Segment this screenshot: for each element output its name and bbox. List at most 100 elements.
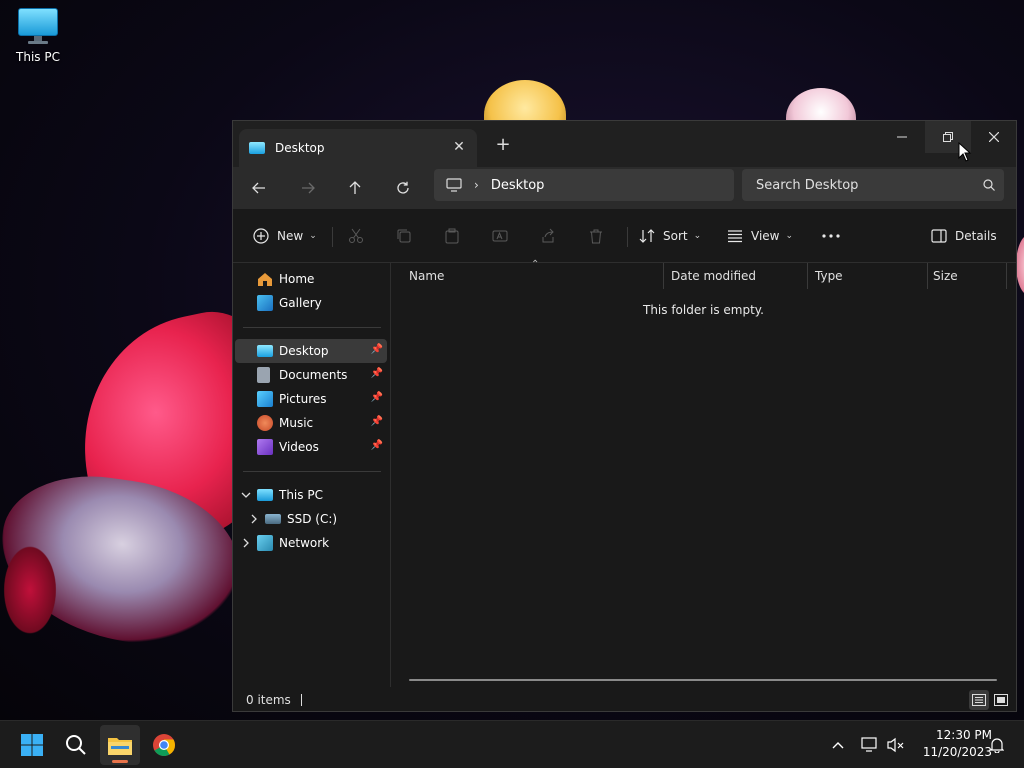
share-button[interactable] (540, 221, 556, 251)
notifications-button[interactable] (986, 725, 1008, 765)
nav-item-label: Pictures (279, 392, 327, 406)
chevron-up-icon (832, 742, 844, 749)
trash-icon (590, 229, 602, 244)
clock-date: 11/20/2023 (922, 745, 992, 759)
chevron-right-icon[interactable] (241, 535, 253, 551)
arrow-right-icon (302, 182, 315, 194)
nav-item-label: SSD (C:) (287, 512, 338, 526)
search-taskbar-button[interactable] (56, 725, 96, 765)
text-cursor (300, 694, 302, 706)
clock[interactable]: 12:30 PM 11/20/2023 (912, 727, 992, 761)
nav-item-pictures[interactable]: Pictures 📌 (235, 387, 387, 411)
details-view-icon (972, 694, 986, 706)
rename-icon (492, 230, 508, 242)
pin-icon[interactable]: 📌 (371, 416, 383, 427)
network-tray-button[interactable] (858, 725, 882, 765)
close-window-button[interactable] (971, 121, 1016, 153)
column-header-date[interactable]: Date modified (653, 263, 808, 289)
nav-item-label: Network (279, 536, 330, 550)
show-hidden-icons-button[interactable] (826, 725, 850, 765)
gallery-icon (257, 295, 273, 311)
chevron-right-icon[interactable]: › (474, 178, 479, 192)
chrome-taskbar-button[interactable] (144, 725, 184, 765)
pin-icon[interactable]: 📌 (371, 392, 383, 403)
new-button[interactable]: New ⌄ (253, 221, 317, 251)
nav-item-music[interactable]: Music 📌 (235, 411, 387, 435)
restore-icon (943, 132, 953, 142)
desktop-icon (257, 345, 273, 357)
nav-item-label: Music (279, 416, 314, 430)
sort-button[interactable]: Sort ⌄ (639, 221, 701, 251)
file-explorer-taskbar-button[interactable] (100, 725, 140, 765)
command-bar: New ⌄ Sort ⌄ View ⌄ Details (233, 209, 1016, 263)
pin-icon[interactable]: 📌 (371, 440, 383, 451)
rename-button[interactable] (492, 221, 508, 251)
forward-button[interactable] (293, 173, 323, 203)
delete-button[interactable] (588, 221, 604, 251)
address-bar[interactable]: › Desktop (434, 169, 734, 201)
search-input[interactable]: Search Desktop (756, 178, 974, 193)
up-button[interactable] (340, 173, 370, 203)
wallpaper-shape (0, 540, 60, 640)
more-dots-icon (822, 234, 840, 238)
column-header-size[interactable]: Size (915, 263, 1005, 289)
pin-icon[interactable]: 📌 (371, 368, 383, 379)
nav-item-home[interactable]: Home (235, 267, 387, 291)
search-box[interactable]: Search Desktop (742, 169, 1004, 201)
paste-button[interactable] (444, 221, 460, 251)
nav-item-label: Documents (279, 368, 348, 382)
breadcrumb-desktop[interactable]: Desktop (491, 178, 545, 193)
close-tab-icon[interactable]: ✕ (451, 139, 467, 155)
new-tab-button[interactable]: + (491, 133, 515, 157)
nav-item-gallery[interactable]: Gallery (235, 291, 387, 315)
mouse-pointer-icon (958, 142, 972, 162)
tiles-view-button[interactable] (991, 690, 1011, 710)
chevron-right-icon[interactable] (249, 511, 261, 527)
minimize-button[interactable] (879, 121, 925, 153)
nav-item-videos[interactable]: Videos 📌 (235, 435, 387, 459)
tab-desktop[interactable]: Desktop ✕ (239, 129, 477, 167)
column-header-name[interactable]: Name (391, 263, 663, 289)
plus-circle-icon (253, 228, 269, 244)
network-status-icon (861, 737, 877, 752)
item-count: 0 items (246, 693, 291, 707)
bell-icon (990, 738, 1004, 753)
nav-item-desktop[interactable]: Desktop 📌 (235, 339, 387, 363)
back-button[interactable] (244, 173, 274, 203)
nav-item-this-pc[interactable]: This PC (235, 483, 387, 507)
address-row: › Desktop Search Desktop (233, 167, 1016, 209)
minimize-icon (897, 136, 907, 138)
pin-icon[interactable]: 📌 (371, 344, 383, 355)
column-resize-handle[interactable] (1006, 263, 1007, 289)
new-label: New (277, 229, 304, 243)
tiles-view-icon (994, 694, 1008, 706)
paste-icon (445, 228, 459, 244)
desktop-folder-icon (249, 142, 265, 154)
active-indicator (112, 760, 128, 763)
details-pane-button[interactable]: Details (931, 221, 997, 251)
horizontal-scrollbar[interactable] (409, 679, 997, 681)
details-pane-icon (931, 229, 947, 243)
cut-button[interactable] (348, 221, 364, 251)
navigation-pane: Home Gallery Desktop 📌 Documents 📌 Pictu… (233, 263, 391, 687)
nav-item-network[interactable]: Network (235, 531, 387, 555)
view-button[interactable]: View ⌄ (727, 221, 793, 251)
chevron-down-icon[interactable] (241, 487, 253, 503)
refresh-button[interactable] (388, 173, 418, 203)
chevron-down-icon: ⌄ (309, 231, 317, 241)
nav-item-ssd[interactable]: SSD (C:) (235, 507, 387, 531)
drive-icon (265, 514, 281, 524)
music-icon (257, 415, 273, 431)
divider (627, 227, 628, 247)
details-view-button[interactable] (969, 690, 989, 710)
copy-button[interactable] (396, 221, 412, 251)
volume-tray-button[interactable] (884, 725, 908, 765)
start-button[interactable] (12, 725, 52, 765)
this-pc-icon (257, 489, 273, 501)
desktop-icon-this-pc[interactable]: This PC (8, 8, 68, 64)
nav-item-label: Desktop (279, 344, 329, 358)
more-options-button[interactable] (822, 221, 840, 251)
nav-item-documents[interactable]: Documents 📌 (235, 363, 387, 387)
clock-time: 12:30 PM (936, 728, 992, 742)
column-header-type[interactable]: Type (797, 263, 927, 289)
